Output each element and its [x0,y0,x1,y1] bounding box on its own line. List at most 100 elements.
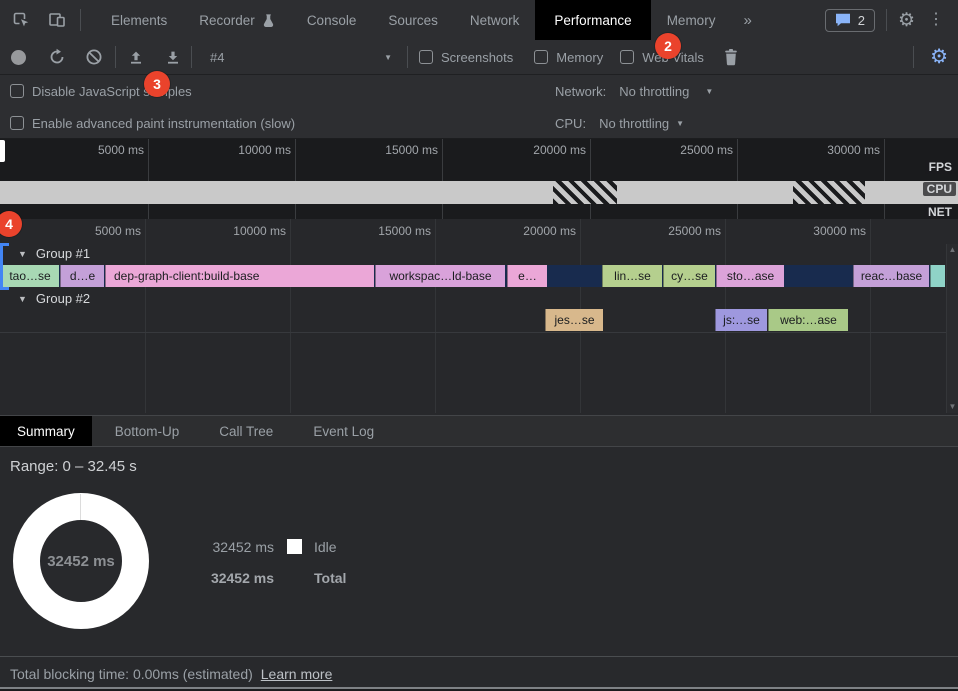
group-1-header[interactable]: ▼ Group #1 [18,246,90,261]
collapse-triangle-icon: ▼ [18,294,27,304]
advanced-paint-checkbox[interactable] [10,116,24,130]
delete-recording-button[interactable] [723,48,739,66]
tabbar-right-controls: 2 ⚙ ⋮ [825,9,958,32]
donut-total-label: 32452 ms [13,493,149,629]
group-1-track: tao…se d…e dep-graph-client:build-base w… [0,265,945,287]
performance-toolbar: #4 ▼ Screenshots Memory Web Vitals ⚙ [0,40,958,75]
timeline-bar[interactable]: e… [507,265,547,287]
timeline-bar[interactable]: jes…se [545,309,603,331]
more-tabs-button[interactable]: » [731,0,763,40]
gridline [148,139,149,219]
chat-count: 2 [858,13,865,28]
tab-event-log[interactable]: Event Log [296,416,391,446]
disable-js-samples-checkbox[interactable] [10,84,24,98]
tab-label: Console [307,13,357,28]
blue-gear-icon: ⚙ [930,46,948,68]
legend-total-label: Total [314,570,346,586]
memory-checkbox-row: Memory [534,50,603,65]
track-divider [0,332,946,333]
time-breakdown-donut: 32452 ms [13,493,149,629]
gridline [737,139,738,219]
overview-tick: 30000 ms [798,143,880,157]
timeline-tick: 20000 ms [494,224,576,238]
download-icon [165,49,181,65]
history-selected-label: #4 [210,50,224,65]
inspect-element-button[interactable] [6,6,36,34]
legend-total-value: 32452 ms [208,570,274,586]
screenshots-label: Screenshots [441,50,513,65]
group-2-header[interactable]: ▼ Group #2 [18,291,90,306]
timeline-bar[interactable]: d…e [60,265,104,287]
cpu-throttling-label: CPU: [555,116,586,131]
timeline-bar[interactable]: web:…ase [768,309,848,331]
timeline-tick: 5000 ms [59,224,141,238]
tab-label: Memory [667,13,716,28]
toolbar-divider [191,46,192,68]
tab-recorder[interactable]: Recorder [183,0,291,40]
devtools-tabbar: Elements Recorder Console Sources Networ… [0,0,958,40]
collapse-triangle-icon: ▼ [18,249,27,259]
overflow-menu-button[interactable]: ⋮ [924,12,948,28]
tab-bottom-up[interactable]: Bottom-Up [98,416,197,446]
donut-legend: 32452 ms Idle 32452 ms Total [208,531,346,593]
timeline-bar[interactable]: js:…se [715,309,767,331]
timeline-scrollbar[interactable]: ▲ ▼ [946,244,958,413]
web-vitals-checkbox[interactable] [620,50,634,64]
tab-label: Bottom-Up [115,424,180,439]
overview-left-handle[interactable] [0,140,5,162]
range-label: Range: 0 – 32.45 s [10,458,137,475]
clear-recording-button[interactable] [85,48,103,66]
timeline-tick: 25000 ms [639,224,721,238]
screenshots-checkbox-row: Screenshots [419,50,513,65]
toolbar-divider [407,46,408,68]
timeline-bar[interactable]: cy…se [663,265,715,287]
toolbar-divider [913,46,914,68]
cpu-hatched-region [553,181,617,204]
timeline-bar[interactable]: workspac…ld-base [375,265,505,287]
capture-settings-button[interactable]: ⚙ [930,47,948,67]
issues-chat-button[interactable]: 2 [825,9,875,32]
tab-network[interactable]: Network [454,0,536,40]
timeline-bar[interactable] [930,265,945,287]
flame-chart[interactable]: 5000 ms 10000 ms 15000 ms 20000 ms 25000… [0,219,958,415]
tab-console[interactable]: Console [291,0,373,40]
legend-idle-label: Idle [314,539,346,555]
tab-sources[interactable]: Sources [372,0,454,40]
network-throttling-label: Network: [555,84,606,99]
devtools-settings-button[interactable]: ⚙ [898,11,915,30]
recording-history-select[interactable]: #4 ▼ [202,50,398,65]
timeline-bar[interactable]: reac…base [853,265,929,287]
block-icon [85,48,103,66]
tab-summary[interactable]: Summary [0,416,92,446]
tab-label: Performance [554,13,631,28]
memory-checkbox[interactable] [534,50,548,64]
gridline [884,139,885,219]
learn-more-link[interactable]: Learn more [261,666,333,682]
scroll-down-icon[interactable]: ▼ [949,403,957,411]
timeline-bar[interactable]: dep-graph-client:build-base [105,265,374,287]
network-throttling-select[interactable]: No throttling ▼ [619,84,713,99]
screenshots-checkbox[interactable] [419,50,433,64]
toolbar-right: ⚙ [905,46,958,68]
more-tabs-icon: » [743,12,751,29]
footer-bar: Total blocking time: 0.00ms (estimated) … [0,656,958,690]
timeline-overview[interactable]: 5000 ms 10000 ms 15000 ms 20000 ms 25000… [0,139,958,219]
tab-elements[interactable]: Elements [95,0,183,40]
timeline-bar[interactable]: sto…ase [716,265,784,287]
overview-tick: 5000 ms [62,143,144,157]
tab-performance[interactable]: Performance [535,0,650,40]
gridline [590,139,591,219]
save-profile-button[interactable] [165,49,181,65]
reload-and-record-button[interactable] [48,48,66,66]
cpu-throttling-select[interactable]: No throttling ▼ [599,116,684,131]
advanced-paint-row: Enable advanced paint instrumentation (s… [0,107,958,139]
scroll-up-icon[interactable]: ▲ [949,246,957,254]
tab-call-tree[interactable]: Call Tree [202,416,290,446]
fps-lane-label: FPS [925,160,956,174]
record-button[interactable] [11,50,26,65]
load-profile-button[interactable] [128,49,144,65]
timeline-bar[interactable]: lin…se [602,265,662,287]
cpu-throttling-value: No throttling [599,116,669,131]
cpu-hatched-region [793,181,865,204]
device-toolbar-button[interactable] [42,6,72,34]
